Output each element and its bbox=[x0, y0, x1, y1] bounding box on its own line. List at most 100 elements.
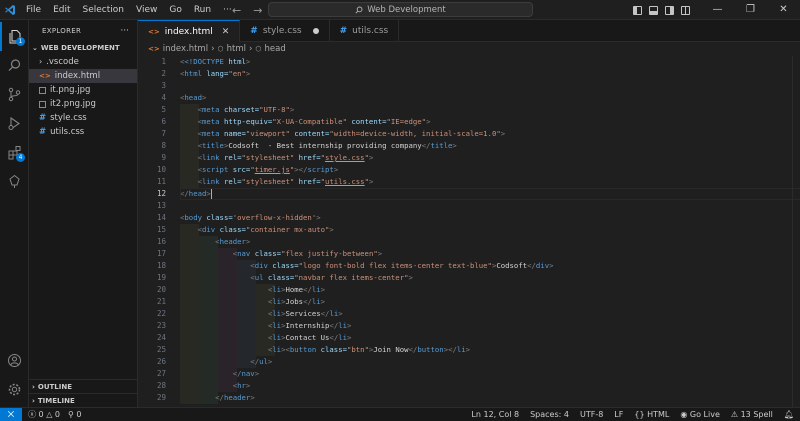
unsaved-dot-icon[interactable] bbox=[312, 28, 319, 34]
line-number: 24 bbox=[156, 333, 166, 342]
line-number: 13 bbox=[156, 201, 166, 210]
code-line: <title>Codsoft - Best internship providi… bbox=[180, 140, 554, 152]
end-of-line[interactable]: LF bbox=[614, 410, 623, 419]
activity-bar: 1 4 bbox=[0, 20, 29, 407]
breadcrumb-file[interactable]: index.html bbox=[163, 44, 208, 54]
image-file-icon bbox=[39, 100, 46, 108]
menu-selection[interactable]: Selection bbox=[77, 0, 130, 20]
run-debug-icon[interactable] bbox=[0, 109, 29, 138]
outline-section[interactable]: › OUTLINE bbox=[29, 379, 138, 393]
go-live-label: Go Live bbox=[689, 410, 720, 419]
search-view-icon[interactable] bbox=[0, 51, 29, 80]
close-tab-icon[interactable]: ✕ bbox=[222, 27, 230, 37]
menu-file[interactable]: File bbox=[20, 0, 47, 20]
layout-controls bbox=[633, 0, 690, 20]
encoding[interactable]: UTF-8 bbox=[580, 410, 603, 419]
line-number: 1 bbox=[161, 57, 166, 66]
source-control-icon[interactable] bbox=[0, 80, 29, 109]
text-cursor bbox=[210, 189, 212, 199]
tree-item-label: style.css bbox=[50, 113, 87, 123]
tree-item-index-html[interactable]: <> index.html bbox=[29, 69, 137, 83]
code-line: <hr> bbox=[180, 380, 554, 392]
html-file-icon: <> bbox=[39, 72, 51, 80]
tree-item-utils-css[interactable]: # utils.css bbox=[29, 125, 137, 139]
extensions-badge: 4 bbox=[16, 153, 25, 162]
line-number: 5 bbox=[161, 105, 166, 114]
notifications-bell-icon[interactable]: 🔔︎ bbox=[784, 410, 794, 419]
line-number: 2 bbox=[161, 69, 166, 78]
toggle-sidebar-icon[interactable] bbox=[633, 5, 642, 15]
tree-item-it-png[interactable]: it.png.jpg bbox=[29, 83, 137, 97]
problems-indicator[interactable]: ⓧ 0 △ 0 bbox=[28, 409, 60, 420]
code-line: <nav class="flex justify-between"> bbox=[180, 248, 554, 260]
more-actions-icon[interactable]: ··· bbox=[120, 26, 129, 36]
element-icon: ⬡ bbox=[217, 45, 224, 53]
go-live-button[interactable]: ◉ Go Live bbox=[680, 410, 720, 419]
menu-go[interactable]: Go bbox=[163, 0, 187, 20]
line-number-gutter: 1 2 3 4 5 6 7 8 9 10 11 12 13 14 15 16 17 18 19 20 21 22 23 24 2… bbox=[138, 56, 170, 404]
code-line: <meta name="viewport" content="width=dev… bbox=[180, 128, 554, 140]
close-icon[interactable]: ✕ bbox=[767, 0, 800, 20]
chevron-right-icon: › bbox=[32, 382, 35, 391]
menu-run[interactable]: Run bbox=[188, 0, 217, 20]
line-number: 25 bbox=[156, 345, 166, 354]
code-line: <link rel="stylesheet" href="style.css"> bbox=[180, 152, 554, 164]
tab-utils-css[interactable]: # utils.css bbox=[330, 20, 400, 42]
chevron-right-icon: › bbox=[248, 44, 253, 54]
outline-label: OUTLINE bbox=[37, 382, 73, 391]
ports-indicator[interactable]: ⚲ 0 bbox=[68, 410, 82, 419]
tab-index-html[interactable]: <> index.html ✕ bbox=[138, 20, 241, 42]
account-icon[interactable] bbox=[0, 346, 29, 375]
tab-label: style.css bbox=[262, 26, 302, 36]
chevron-right-icon: › bbox=[39, 57, 43, 66]
code-line: </nav> bbox=[180, 368, 554, 380]
menu-view[interactable]: View bbox=[130, 0, 163, 20]
vscode-logo-icon bbox=[0, 0, 20, 20]
tab-style-css[interactable]: # style.css bbox=[240, 20, 330, 42]
ports-count: 0 bbox=[76, 410, 82, 419]
explorer-icon[interactable]: 1 bbox=[0, 22, 29, 51]
spell-check[interactable]: ⚠ 13 Spell bbox=[731, 410, 773, 419]
toggle-panel-icon[interactable] bbox=[649, 5, 658, 15]
restore-icon[interactable]: ❐ bbox=[734, 0, 767, 20]
workspace-folder-header[interactable]: ⌄ WEB DEVELOPMENT bbox=[29, 42, 137, 55]
command-center-search[interactable]: Web Development bbox=[268, 2, 533, 17]
back-arrow-icon[interactable]: ← bbox=[232, 4, 241, 17]
breadcrumb-head[interactable]: head bbox=[265, 44, 286, 54]
code-line: <head> bbox=[180, 93, 207, 102]
cursor-position[interactable]: Ln 12, Col 8 bbox=[471, 410, 519, 419]
extensions-icon[interactable]: 4 bbox=[0, 138, 29, 167]
breadcrumb: <> index.html › ⬡ html › ⬡ head bbox=[138, 42, 800, 56]
timeline-section[interactable]: › TIMELINE bbox=[29, 393, 138, 407]
tree-item-style-css[interactable]: # style.css bbox=[29, 111, 137, 125]
line-number: 22 bbox=[156, 309, 166, 318]
warning-count: 0 bbox=[54, 410, 60, 419]
customize-layout-icon[interactable] bbox=[681, 5, 690, 15]
menu-edit[interactable]: Edit bbox=[47, 0, 76, 20]
code-area[interactable]: <<!DOCTYPE html> <html lang="en"> <head>… bbox=[180, 56, 800, 404]
tree-item-label: utils.css bbox=[50, 127, 85, 137]
remote-explorer-icon[interactable] bbox=[0, 167, 29, 196]
tree-item-vscode[interactable]: › .vscode bbox=[29, 55, 137, 69]
minimize-icon[interactable]: — bbox=[701, 0, 734, 20]
tree-item-it2-png[interactable]: it2.png.jpg bbox=[29, 97, 137, 111]
breadcrumb-html[interactable]: html bbox=[227, 44, 246, 54]
css-file-icon: # bbox=[39, 113, 47, 123]
code-line-current: </head> bbox=[180, 188, 800, 200]
remote-indicator-icon[interactable]: ⨉ bbox=[0, 407, 22, 421]
forward-arrow-icon[interactable]: → bbox=[253, 4, 262, 17]
code-line: <<!DOCTYPE html> bbox=[180, 57, 251, 66]
element-icon: ⬡ bbox=[255, 45, 262, 53]
line-number: 20 bbox=[156, 285, 166, 294]
braces-icon: {} bbox=[634, 410, 645, 419]
code-editor[interactable]: 1 2 3 4 5 6 7 8 9 10 11 12 13 14 15 16 17 18 19 20 21 22 23 24 2… bbox=[138, 56, 800, 407]
language-mode[interactable]: {} HTML bbox=[634, 410, 669, 419]
settings-gear-icon[interactable] bbox=[0, 375, 29, 404]
editor-scrollbar[interactable] bbox=[792, 56, 800, 407]
line-number: 10 bbox=[156, 165, 166, 174]
css-file-icon: # bbox=[339, 26, 348, 36]
indentation[interactable]: Spaces: 4 bbox=[530, 410, 569, 419]
toggle-secondary-sidebar-icon[interactable] bbox=[665, 5, 674, 15]
